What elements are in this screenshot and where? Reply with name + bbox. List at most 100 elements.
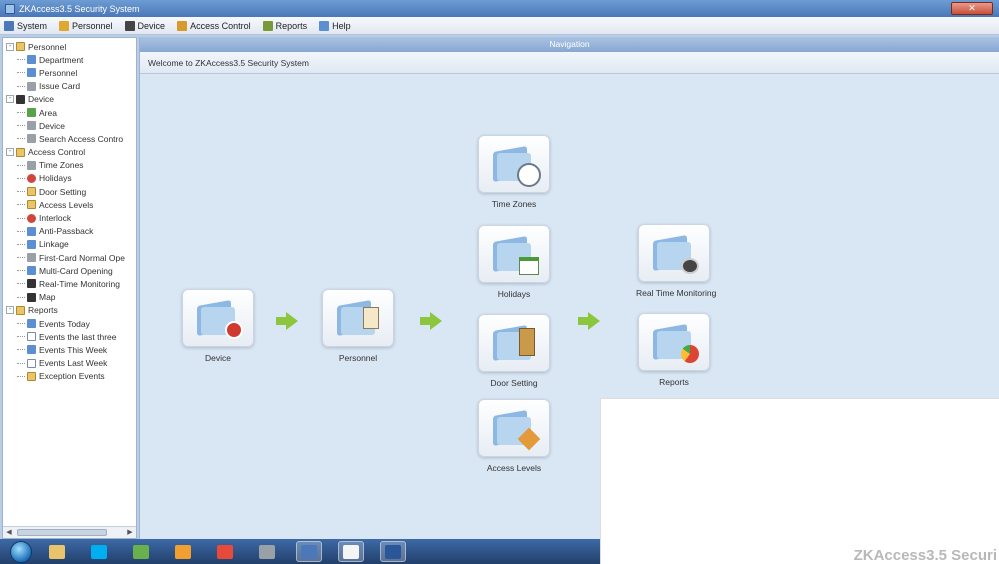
tree-item[interactable]: Exception Events <box>3 370 136 383</box>
node-holidays[interactable]: Holidays <box>476 225 552 299</box>
tree-node-icon <box>27 81 36 91</box>
device-tile[interactable] <box>182 289 254 347</box>
time-zones-tile[interactable] <box>478 135 550 193</box>
tree-label: Area <box>39 107 57 118</box>
tree-item[interactable]: Events This Week <box>3 343 136 356</box>
tree-node-icon <box>27 253 36 263</box>
tree-item[interactable]: Events Last Week <box>3 357 136 370</box>
tree-item[interactable]: Map <box>3 291 136 304</box>
collapse-icon[interactable]: - <box>6 42 14 51</box>
tree-connector <box>17 125 25 127</box>
taskbar-outlook-button[interactable] <box>170 541 196 562</box>
tree-item[interactable]: Search Access Contro <box>3 132 136 145</box>
tree-item[interactable]: Area <box>3 106 136 119</box>
tree-connector <box>17 230 25 232</box>
menu-device[interactable]: Device <box>124 20 166 31</box>
clock-icon <box>491 145 541 187</box>
node-personnel[interactable]: Personnel <box>320 289 396 363</box>
tree-label: Issue Card <box>39 81 81 92</box>
menu-label: System <box>17 20 48 31</box>
collapse-icon[interactable]: - <box>6 306 14 315</box>
tree-node-icon <box>27 160 36 170</box>
tree-connector <box>17 336 25 338</box>
tree-label: Holidays <box>39 173 72 184</box>
node-real-time-monitoring[interactable]: Real Time Monitoring <box>636 224 717 298</box>
tree-node-icon <box>27 187 36 197</box>
tree-item[interactable]: Time Zones <box>3 159 136 172</box>
taskbar-paint-button[interactable] <box>338 541 364 562</box>
tree-connector <box>17 217 25 219</box>
menu-reports[interactable]: Reports <box>262 20 308 31</box>
chrome-icon <box>217 544 233 559</box>
collapse-icon[interactable]: - <box>6 148 14 157</box>
close-button[interactable]: ✕ <box>951 2 993 15</box>
node-device[interactable]: Device <box>180 289 256 363</box>
tree-label: Search Access Contro <box>39 133 124 144</box>
door-setting-tile[interactable] <box>478 314 550 372</box>
menu-system[interactable]: System <box>4 20 48 31</box>
holidays-tile[interactable] <box>478 225 550 283</box>
node-time-zones[interactable]: Time Zones <box>476 135 552 209</box>
menu-label: Reports <box>275 20 308 31</box>
tree-item[interactable]: Holidays <box>3 172 136 185</box>
tree-item[interactable]: Access Levels <box>3 198 136 211</box>
real-time-tile[interactable] <box>638 224 710 282</box>
flow-arrow-icon <box>276 312 298 330</box>
tree-item[interactable]: Personnel <box>3 66 136 79</box>
taskbar-zkaccess-button[interactable] <box>296 541 322 562</box>
panel-header: Navigation <box>140 37 999 52</box>
scroll-right-icon[interactable]: ▶ <box>125 528 135 537</box>
tree-item[interactable]: Door Setting <box>3 185 136 198</box>
menu-help[interactable]: Help <box>319 20 351 31</box>
tree-item[interactable]: Events the last three <box>3 330 136 343</box>
taskbar-app-button[interactable] <box>254 541 280 562</box>
tree-item[interactable]: Events Today <box>3 317 136 330</box>
tree-node-icon <box>27 121 36 131</box>
access-levels-tile[interactable] <box>478 399 550 457</box>
start-button[interactable] <box>10 540 32 563</box>
taskbar-skype-button[interactable] <box>86 541 112 562</box>
node-label: Real Time Monitoring <box>636 288 717 298</box>
node-access-levels[interactable]: Access Levels <box>476 399 552 473</box>
reports-tile[interactable] <box>638 313 710 371</box>
tree-group[interactable]: - Device <box>3 93 136 106</box>
tree-node-icon <box>27 239 36 249</box>
tree-connector <box>17 138 25 140</box>
menu-icon <box>319 20 330 31</box>
tree-item[interactable]: First-Card Normal Ope <box>3 251 136 264</box>
tree-item[interactable]: Multi-Card Opening <box>3 264 136 277</box>
node-label: Door Setting <box>490 378 538 388</box>
tree-item[interactable]: Anti-Passback <box>3 225 136 238</box>
tree-item[interactable]: Device <box>3 119 136 132</box>
tree-label: Personnel <box>39 67 78 78</box>
tree-label: Anti-Passback <box>39 226 94 237</box>
horizontal-scrollbar[interactable]: ◀ ▶ <box>3 526 136 538</box>
scroll-thumb[interactable] <box>17 529 107 536</box>
taskbar-chrome-button[interactable] <box>212 541 238 562</box>
tree-label: Exception Events <box>39 371 105 382</box>
scroll-left-icon[interactable]: ◀ <box>4 528 14 537</box>
taskbar-spider-solitaire-button[interactable] <box>128 541 154 562</box>
tree-label: Events Last Week <box>39 358 108 369</box>
node-door-setting[interactable]: Door Setting <box>476 314 552 388</box>
menu-label: Device <box>137 20 166 31</box>
menu-personnel[interactable]: Personnel <box>59 20 113 31</box>
personnel-tile[interactable] <box>322 289 394 347</box>
tree-item[interactable]: Department <box>3 53 136 66</box>
tree-group[interactable]: - Access Control <box>3 146 136 159</box>
tree-item[interactable]: Issue Card <box>3 80 136 93</box>
taskbar-explorer-button[interactable] <box>44 541 70 562</box>
tree-item[interactable]: Interlock <box>3 211 136 224</box>
tree-item[interactable]: Linkage <box>3 238 136 251</box>
tree-node-icon <box>27 279 36 289</box>
tree-item[interactable]: Real-Time Monitoring <box>3 277 136 290</box>
tree-group[interactable]: - Reports <box>3 304 136 317</box>
menu-access-control[interactable]: Access Control <box>177 20 251 31</box>
pencil-icon <box>491 409 541 451</box>
navigation-tree-panel: - Personnel Department Personnel Issue Card -… <box>2 37 137 539</box>
tree-group[interactable]: - Personnel <box>3 40 136 53</box>
taskbar-word-button[interactable] <box>380 541 406 562</box>
collapse-icon[interactable]: - <box>6 95 14 104</box>
node-reports[interactable]: Reports <box>636 313 712 387</box>
camera-icon <box>651 234 699 274</box>
